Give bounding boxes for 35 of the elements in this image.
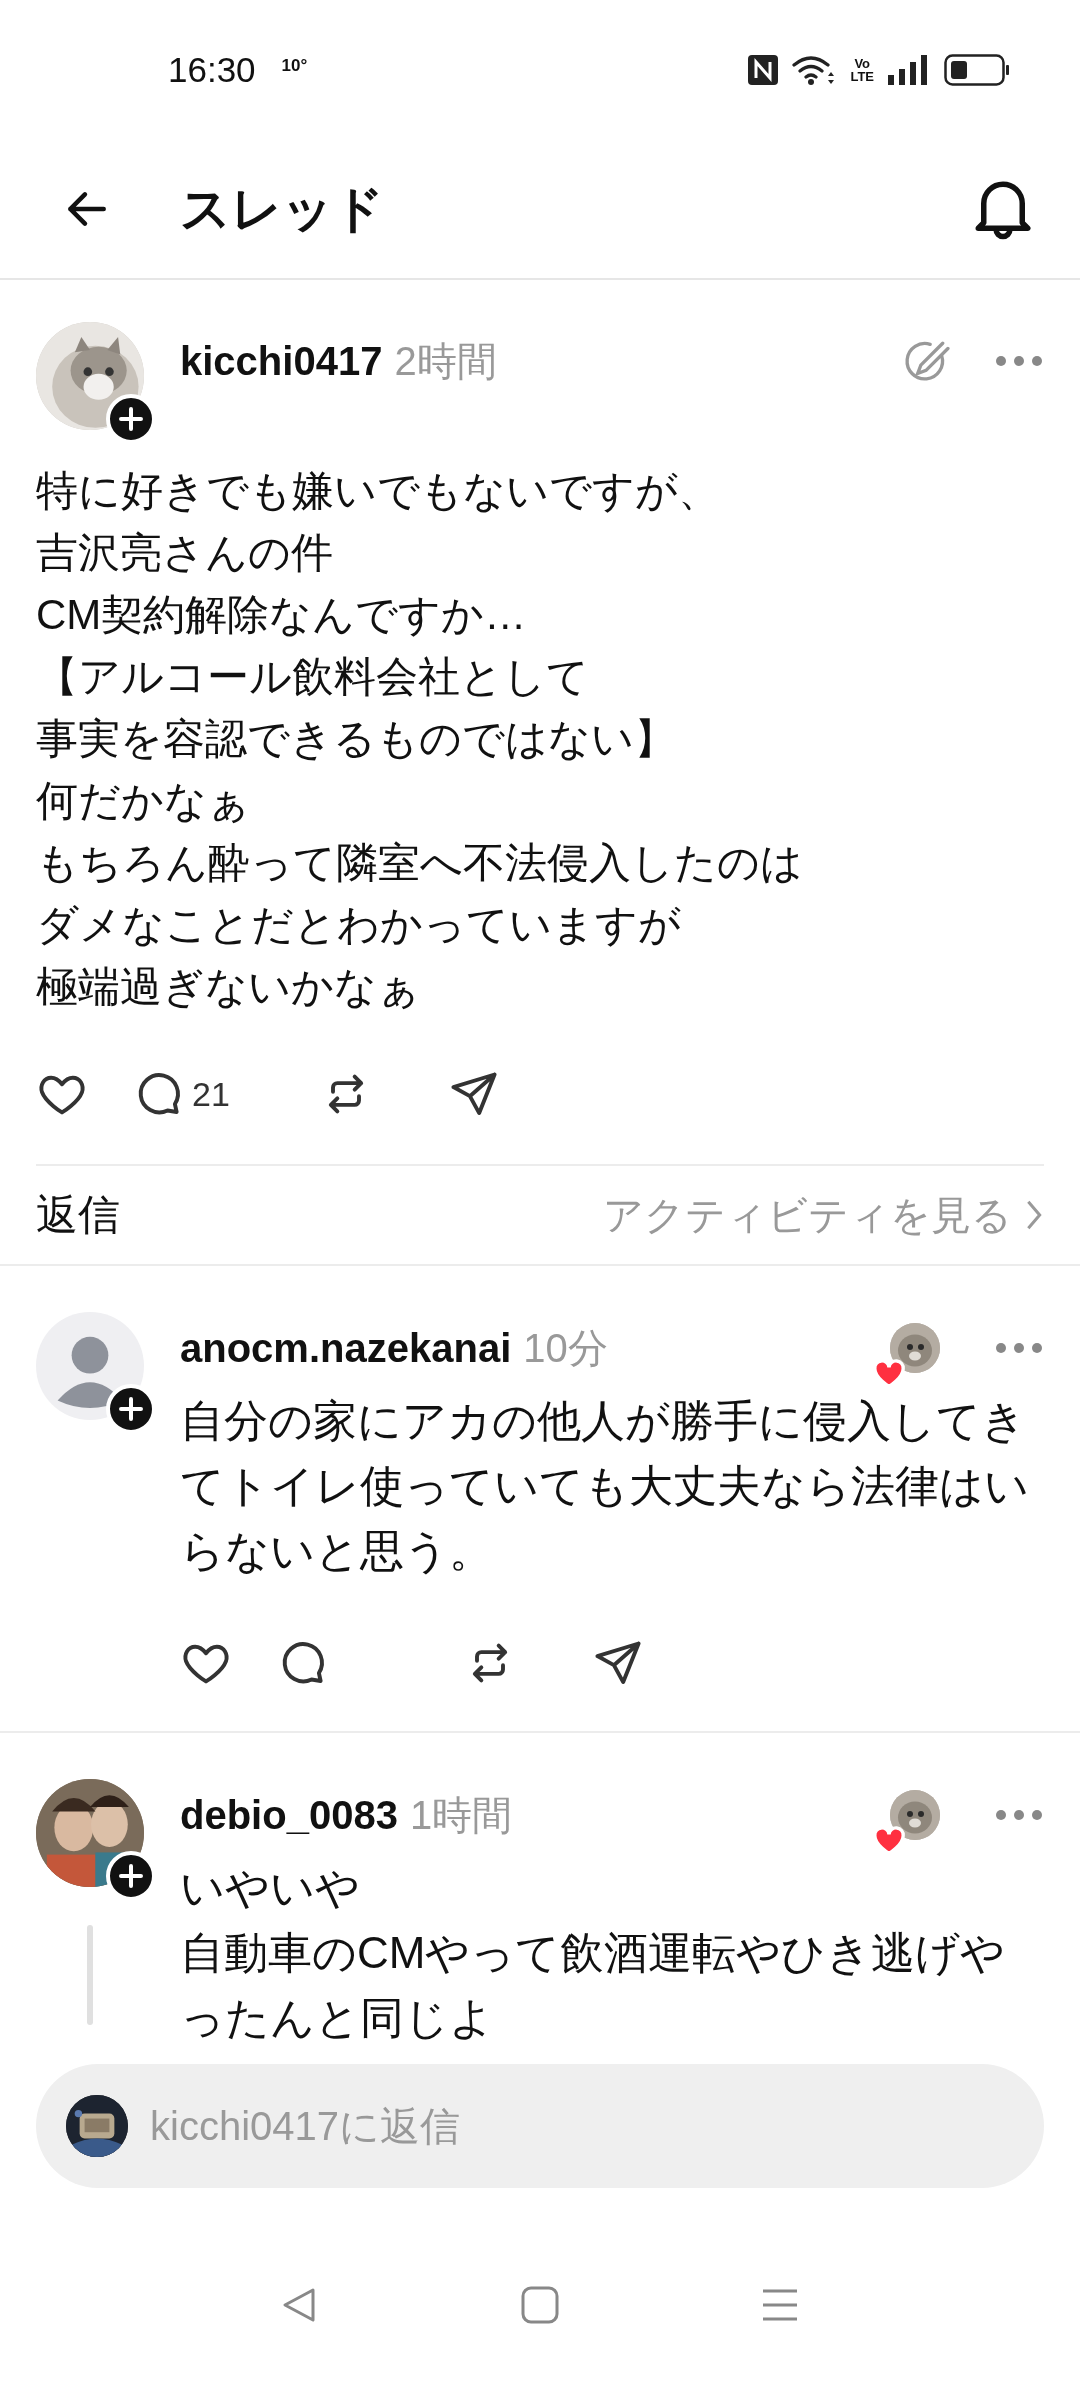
replies-label: 返信	[36, 1190, 120, 1240]
username[interactable]: kicchi0417	[180, 338, 383, 384]
post-text-line: ダメなことだとわかっていますが	[36, 900, 681, 950]
nfc-icon	[748, 55, 779, 85]
clock-time: 16:30	[168, 50, 256, 90]
post-time: 2時間	[394, 337, 497, 385]
more-options-icon[interactable]	[994, 1341, 1044, 1355]
post-text-line: CM契約解除なんですか…	[36, 590, 527, 640]
reply-time: 10分	[523, 1324, 608, 1372]
reply-text: ったんと同じよ	[180, 1992, 495, 2044]
reply-count: 21	[192, 1074, 230, 1114]
post-text-line: 極端過ぎないかなぁ	[36, 962, 420, 1012]
more-options-icon[interactable]	[994, 1808, 1044, 1822]
page-title: スレッド	[180, 179, 384, 239]
battery-icon	[944, 54, 1010, 86]
post-text-line: 事実を容認できるものではない】	[36, 714, 676, 764]
reply-text: いやいや	[180, 1862, 361, 1914]
reply-time: 1時間	[409, 1791, 513, 1839]
post-text-line: もちろん酔って隣室へ不法侵入したのは	[36, 838, 803, 888]
post-text-line: 何だかなぁ	[36, 776, 250, 826]
reply-input-field[interactable]: kicchi0417に返信	[36, 2064, 1044, 2188]
network-type-label: Vo LTE	[850, 57, 874, 83]
home-nav-button[interactable]	[520, 2285, 560, 2325]
username[interactable]: debio_0083	[180, 1792, 398, 1838]
more-options-icon[interactable]	[994, 354, 1044, 368]
reply-text: 自動車のCMやって飲酒運転やひき逃げや	[180, 1927, 1007, 1979]
post-text-line: 【アルコール飲料会社として	[36, 652, 589, 702]
temperature: 10°	[281, 56, 308, 76]
post-text-line: 特に好きでも嫌いでもないですが、	[36, 466, 720, 516]
chevron-right-icon	[1024, 1198, 1044, 1232]
signal-icon	[888, 55, 930, 85]
wifi-icon	[792, 54, 837, 86]
post-text-line: 吉沢亮さんの件	[36, 528, 333, 578]
reply-text: 自分の家にアカの他人が勝手に侵入してきてトイレ使っていても大丈夫なら法律はいらないと思う。	[180, 1395, 1030, 1577]
username[interactable]: anocm.nazekanai	[180, 1325, 512, 1371]
